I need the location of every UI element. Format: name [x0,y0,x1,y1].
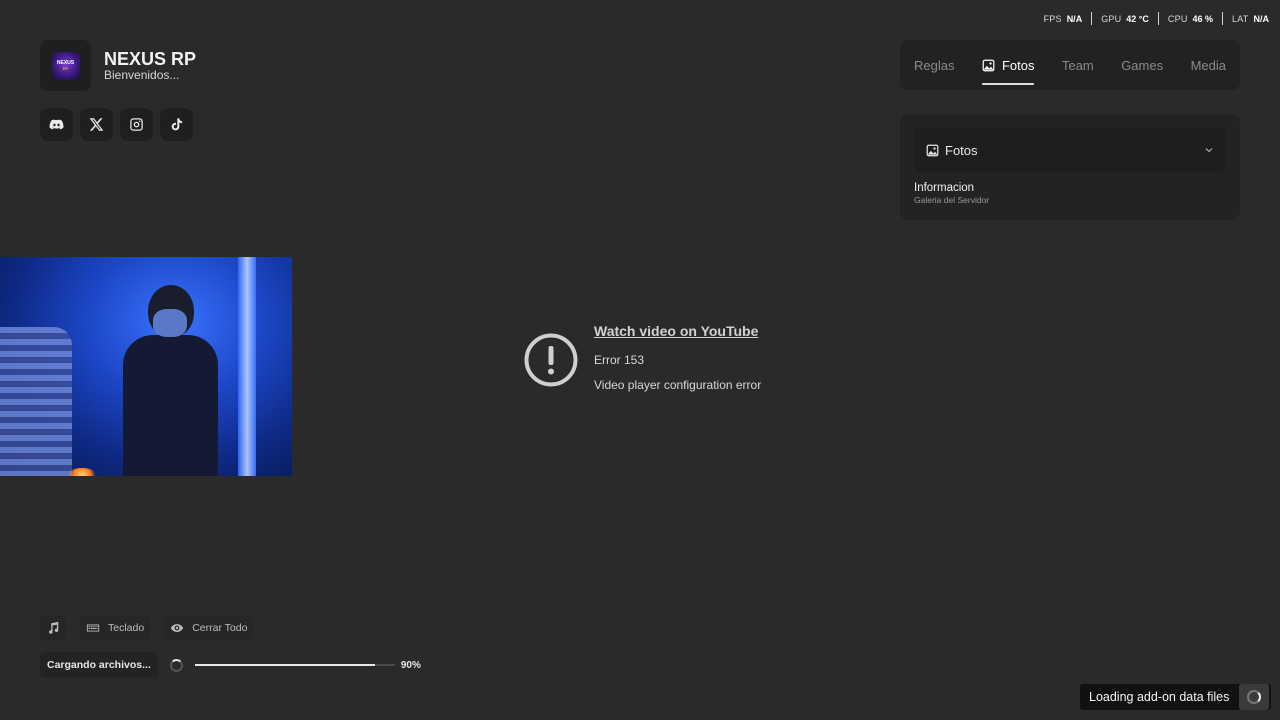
keyboard-icon [86,624,100,632]
info-title: Informacion [914,182,975,194]
error-message: Video player configuration error [594,378,762,392]
dropdown-selected-value: Fotos [945,142,978,158]
stat-cpu: CPU 46 % [1157,12,1222,25]
toast-text: Loading add-on data files [1089,690,1230,704]
loading-status: Cargando archivos... 90% [40,652,421,678]
info-subtitle: Galeria del Servidor [914,195,990,205]
category-dropdown[interactable]: Fotos [914,128,1226,172]
server-subtitle: Bienvenidos... [104,67,180,82]
loading-spinner-icon [169,658,183,672]
bottom-controls: Teclado Cerrar Todo [40,616,267,640]
tiktok-button[interactable] [160,108,193,141]
server-title: NEXUS RP [104,48,197,69]
youtube-error: Watch video on YouTube Error 153 Video p… [524,322,761,392]
stat-gpu: GPU 42 °C [1091,12,1158,25]
error-code: Error 153 [594,353,645,367]
loading-label: Cargando archivos... [40,652,158,678]
video-preview-image[interactable] [0,257,292,476]
stat-lat: LAT N/A [1222,12,1269,25]
performance-stats: FPS N/A GPU 42 °C CPU 46 % LAT N/A [1044,12,1269,25]
discord-button[interactable] [40,108,73,141]
panel-info: Informacion Galeria del Servidor [914,182,989,205]
main-nav: Reglas Fotos Team Games Media [900,40,1240,90]
stat-fps: FPS N/A [1043,13,1083,24]
loading-progress-bar [194,664,395,666]
image-icon [982,59,995,71]
eye-icon [171,624,184,632]
watch-on-youtube-link[interactable]: Watch video on YouTube [594,322,761,340]
alert-icon [524,333,578,387]
fotos-panel: Fotos Informacion Galeria del Servidor [900,114,1240,220]
music-toggle-button[interactable] [40,616,66,640]
brand-header: NEXUS RP NEXUS RP Bienvenidos... [40,40,196,91]
x-icon [89,118,104,131]
server-logo: NEXUS RP [51,51,80,80]
tab-games[interactable]: Games [1121,40,1177,90]
social-links [40,108,200,141]
discord-icon [49,119,64,130]
loading-toast: Loading add-on data files [1080,684,1271,710]
tiktok-icon [171,118,183,131]
keyboard-button[interactable]: Teclado [80,616,151,640]
tab-media[interactable]: Media [1191,40,1240,90]
toast-spinner-icon [1239,684,1269,710]
close-all-button[interactable]: Cerrar Todo [164,616,254,640]
tab-team[interactable]: Team [1062,40,1108,90]
music-note-icon [49,621,59,634]
loading-percent: 90% [400,659,421,671]
loading-progress-fill [194,664,375,666]
instagram-icon [130,118,143,131]
x-twitter-button[interactable] [80,108,113,141]
image-icon [926,144,939,156]
instagram-button[interactable] [120,108,153,141]
tab-fotos[interactable]: Fotos [981,40,1049,90]
logo-container: NEXUS RP [40,40,91,91]
chevron-down-icon [1205,148,1213,153]
tab-reglas[interactable]: Reglas [914,40,968,90]
